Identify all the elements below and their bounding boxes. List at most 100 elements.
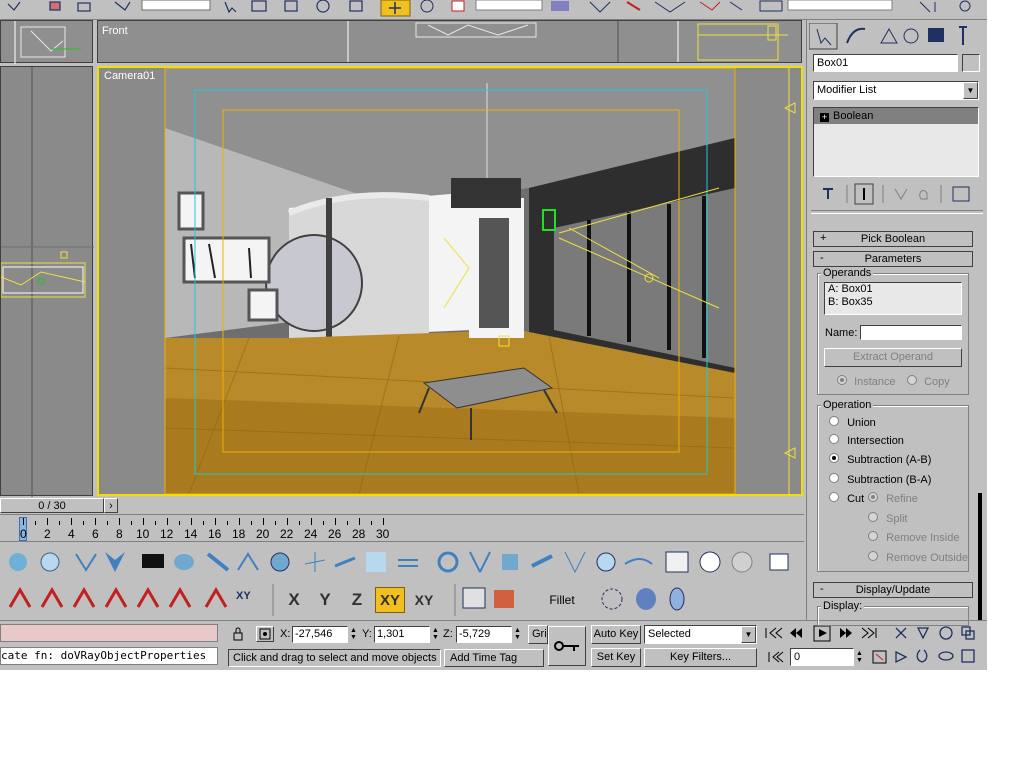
viewport-camera[interactable]: Camera01: [97, 66, 803, 496]
remove-outside-radio[interactable]: Remove Outside: [868, 551, 968, 564]
snap-xy-label[interactable]: XY: [236, 590, 251, 602]
radio-icon: [868, 512, 878, 522]
maxscript-mini-listener-bottom[interactable]: cate fn: doVRayObjectProperties: [0, 647, 218, 665]
subtraction-ab-radio[interactable]: Subtraction (A-B): [829, 453, 931, 466]
absolute-mode-button[interactable]: [256, 626, 274, 642]
cut-radio[interactable]: Cut: [829, 492, 864, 505]
track-tick-label: 16: [208, 527, 222, 541]
stack-item-boolean[interactable]: + Boolean: [814, 108, 978, 124]
auto-key-button[interactable]: Auto Key: [591, 625, 641, 644]
rollout-parameters[interactable]: - Parameters: [813, 251, 973, 267]
axis-y-button[interactable]: Y: [313, 588, 337, 612]
object-color-swatch[interactable]: [962, 54, 980, 72]
axis-x-button[interactable]: X: [282, 588, 306, 612]
axis-z-button[interactable]: Z: [345, 588, 369, 612]
key-icon: [554, 641, 579, 651]
operands-list[interactable]: A: Box01 B: Box35: [824, 282, 962, 315]
track-ruler: 0 2 4 6 8 10 12 14 16 18 20 22 24 26 28 30: [0, 515, 804, 545]
operation-group: [817, 405, 969, 572]
pin-stack-icon: [823, 188, 833, 199]
track-tick-label: 28: [352, 527, 366, 541]
z-label: Z:: [443, 628, 453, 640]
magnet-icon-3: [72, 587, 96, 608]
fillet-button[interactable]: Fillet: [540, 590, 584, 610]
key-filters-button[interactable]: Key Filters...: [644, 648, 757, 667]
toolbar-icons: [7, 0, 971, 17]
track-tick-label: 0: [20, 527, 27, 541]
time-slider[interactable]: 0 / 30 ›: [0, 497, 804, 515]
maxscript-mini-listener-top[interactable]: [0, 624, 218, 642]
time-slider-next[interactable]: ›: [104, 498, 118, 513]
zoom-icon: [895, 627, 907, 639]
chevron-down-icon[interactable]: ▼: [963, 82, 978, 99]
track-tick: [299, 521, 300, 525]
subtraction-ba-radio[interactable]: Subtraction (B-A): [829, 473, 931, 486]
time-slider-thumb[interactable]: 0 / 30: [0, 498, 104, 513]
key-mode-toggle-icon[interactable]: [767, 649, 785, 665]
refine-radio[interactable]: Refine: [868, 492, 918, 505]
track-tick-label: 12: [160, 527, 174, 541]
lock-icon: [233, 627, 243, 641]
time-config-icon[interactable]: [870, 648, 890, 666]
magnet-icon-4: [104, 587, 128, 608]
hose-icon: [334, 556, 356, 568]
x-coordinate-input[interactable]: -27,546: [292, 626, 348, 643]
split-radio[interactable]: Split: [868, 512, 907, 525]
panel-scrollbar[interactable]: [978, 228, 982, 620]
operand-name-input[interactable]: [860, 325, 962, 340]
viewport-left[interactable]: [0, 66, 94, 497]
x-spinner[interactable]: ▲ ▼: [350, 627, 357, 641]
track-tick: [143, 518, 144, 525]
union-radio[interactable]: Union: [829, 416, 876, 429]
radio-icon: [829, 492, 839, 502]
wheel-icon: [596, 552, 616, 572]
percent-snap-icon: [699, 1, 721, 11]
bone-icon: [531, 554, 553, 568]
z-coordinate-input[interactable]: -5,729: [456, 626, 512, 643]
track-tick-label: 8: [116, 527, 123, 541]
tube-icon: [206, 552, 230, 572]
copy-radio[interactable]: Copy: [907, 375, 950, 388]
instance-radio[interactable]: Instance: [837, 375, 896, 388]
current-frame-input[interactable]: 0: [790, 648, 854, 666]
selection-lock-button[interactable]: [231, 626, 245, 642]
viewport-front[interactable]: Front: [97, 20, 802, 63]
set-keys-button[interactable]: [548, 626, 586, 666]
max-window: Front Camera01 0 / 30 › 0 2 4 6 8 10 12 …: [0, 0, 987, 670]
track-tick: [275, 521, 276, 525]
extract-operand-button[interactable]: Extract Operand: [824, 348, 962, 367]
axis-xy-button[interactable]: XY: [375, 587, 405, 613]
set-key-button[interactable]: Set Key: [591, 648, 641, 667]
object-name-field[interactable]: Box01: [813, 54, 958, 72]
intersection-radio[interactable]: Intersection: [829, 434, 904, 447]
track-bar[interactable]: 0 2 4 6 8 10 12 14 16 18 20 22 24 26 28 30: [0, 515, 804, 545]
remove-inside-radio[interactable]: Remove Inside: [868, 531, 959, 544]
y-spinner[interactable]: ▲ ▼: [432, 627, 439, 641]
rollout-display-update[interactable]: - Display/Update: [813, 582, 973, 598]
track-tick: [371, 521, 372, 525]
viewport-camera-label[interactable]: Camera01: [104, 70, 155, 82]
track-tick: [119, 518, 120, 525]
rollout-pick-boolean[interactable]: + Pick Boolean: [813, 231, 973, 247]
add-time-tag-button[interactable]: Add Time Tag: [444, 649, 544, 667]
arc-rotate-icon: [938, 651, 954, 661]
front-viewport-drawing: [347, 21, 788, 62]
modifier-stack[interactable]: + Boolean: [813, 107, 979, 177]
panel-scroll-thumb[interactable]: [978, 493, 982, 620]
z-spinner[interactable]: ▲ ▼: [514, 627, 521, 641]
modifier-list-dropdown[interactable]: Modifier List ▼: [813, 81, 979, 100]
axis-xy-cycle-button[interactable]: XY: [410, 588, 438, 612]
select-manipulate-icon: [589, 1, 611, 13]
time-slider-frame: 0 / 30: [38, 499, 66, 512]
operand-b[interactable]: B: Box35: [828, 296, 961, 309]
grid-button[interactable]: Gri: [528, 625, 548, 644]
key-mode-dropdown[interactable]: Selected ▼: [644, 625, 757, 644]
operand-a[interactable]: A: Box01: [828, 283, 961, 296]
expand-icon[interactable]: +: [820, 113, 829, 122]
chevron-down-icon[interactable]: ▼: [741, 626, 756, 643]
viewport-top-left-strip[interactable]: [0, 20, 93, 64]
frame-spinner[interactable]: ▲ ▼: [856, 650, 863, 664]
undo-icon: [7, 1, 21, 11]
y-coordinate-input[interactable]: 1,301: [374, 626, 430, 643]
prism-icon: [366, 552, 386, 572]
